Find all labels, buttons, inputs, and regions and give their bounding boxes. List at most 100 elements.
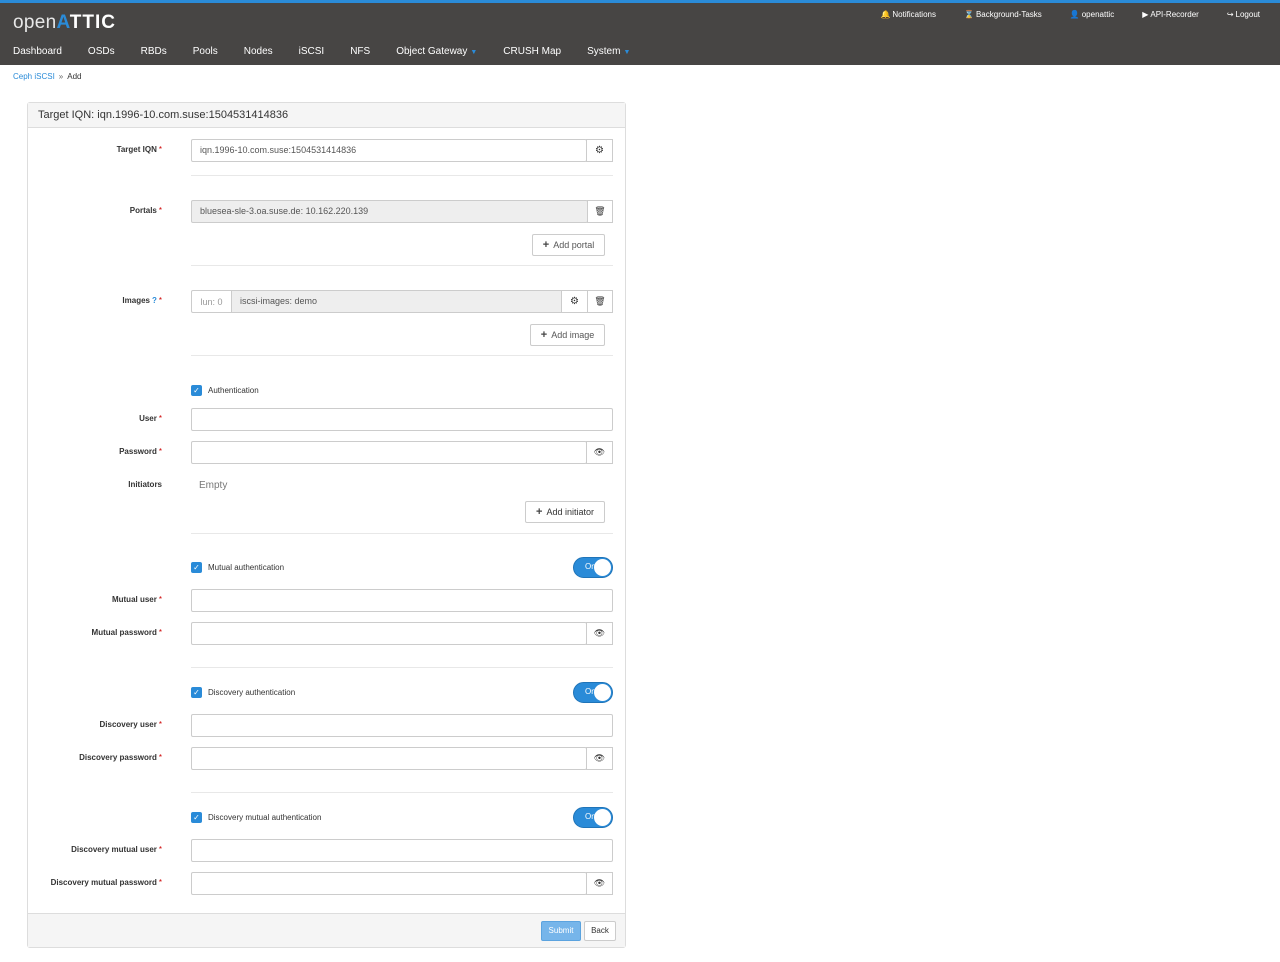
check-icon: ✓: [191, 687, 202, 698]
divider: [191, 533, 613, 534]
initiators-empty: Empty: [199, 480, 228, 491]
top-navbar: openATTIC 🔔 Notifications ⌛ Background-Tas…: [0, 0, 1280, 65]
toggle-knob: [594, 684, 611, 701]
submit-button[interactable]: Submit: [541, 921, 581, 941]
caret-down-icon: ▼: [623, 49, 631, 56]
caret-down-icon: ▼: [470, 49, 478, 56]
add-portal-button[interactable]: + Add portal: [532, 234, 605, 256]
panel-title: Target IQN: iqn.1996-10.com.suse:1504531…: [28, 103, 625, 128]
target-iqn-settings-button[interactable]: ⚙: [586, 139, 613, 162]
background-tasks-link[interactable]: ⌛ Background-Tasks: [964, 10, 1042, 19]
user-icon: 👤: [1069, 10, 1080, 19]
user-label: User *: [139, 414, 162, 423]
main-nav: Dashboard OSDs RBDs Pools Nodes iSCSI NF…: [0, 45, 643, 63]
discovery-mutual-authentication-toggle[interactable]: On: [573, 807, 613, 828]
discovery-mutual-user-input[interactable]: [191, 839, 613, 862]
toggle-knob: [594, 809, 611, 826]
openattic-logo[interactable]: openATTIC: [13, 12, 116, 34]
nav-dashboard[interactable]: Dashboard: [0, 45, 75, 63]
authentication-checkbox[interactable]: ✓ Authentication: [191, 385, 259, 396]
initiators-label: Initiators: [128, 480, 162, 489]
divider: [191, 792, 613, 793]
nav-nodes[interactable]: Nodes: [231, 45, 286, 63]
add-image-button[interactable]: + Add image: [530, 324, 605, 346]
nav-object-gateway[interactable]: Object Gateway ▼: [383, 45, 490, 63]
nav-rbds[interactable]: RBDs: [128, 45, 180, 63]
mutual-user-label: Mutual user *: [111, 595, 162, 604]
breadcrumb-separator: »: [58, 72, 64, 81]
breadcrumb-current: Add: [67, 72, 82, 81]
show-discovery-mutual-password-button[interactable]: 👁: [586, 872, 613, 895]
discovery-mutual-password-input[interactable]: [191, 872, 587, 895]
plus-icon: +: [540, 329, 548, 341]
eye-icon: 👁: [593, 628, 606, 638]
mutual-password-label: Mutual password *: [91, 628, 162, 637]
target-iqn-input[interactable]: iqn.1996-10.com.suse:1504531414836: [191, 139, 587, 162]
image-entry: iscsi-images: demo: [231, 290, 562, 313]
divider: [191, 355, 613, 356]
breadcrumb: Ceph iSCSI » Add: [13, 72, 81, 81]
cogs-icon: ⚙: [570, 296, 579, 307]
target-iqn-label: Target IQN *: [116, 145, 162, 154]
discovery-password-input[interactable]: [191, 747, 587, 770]
nav-iscsi[interactable]: iSCSI: [286, 45, 338, 63]
mutual-authentication-checkbox[interactable]: ✓ Mutual authentication: [191, 562, 284, 573]
logout-icon: ↪: [1226, 10, 1234, 19]
portals-label: Portals *: [129, 206, 162, 215]
password-input[interactable]: [191, 441, 587, 464]
hourglass-icon: ⌛: [963, 10, 974, 19]
divider: [191, 667, 613, 668]
show-password-button[interactable]: 👁: [586, 441, 613, 464]
discovery-user-input[interactable]: [191, 714, 613, 737]
discovery-authentication-toggle[interactable]: On: [573, 682, 613, 703]
nav-osds[interactable]: OSDs: [75, 45, 128, 63]
play-icon: ▶: [1142, 10, 1149, 19]
check-icon: ✓: [191, 812, 202, 823]
trash-icon: 🗑: [594, 206, 606, 216]
top-links: 🔔 Notifications ⌛ Background-Tasks 👤 openat…: [852, 10, 1260, 19]
iscsi-target-form-panel: Target IQN: iqn.1996-10.com.suse:1504531…: [27, 102, 626, 948]
nav-nfs[interactable]: NFS: [337, 45, 383, 63]
plus-icon: +: [536, 506, 543, 518]
user-input[interactable]: [191, 408, 613, 431]
discovery-mutual-authentication-checkbox[interactable]: ✓ Discovery mutual authentication: [191, 812, 321, 823]
password-label: Password *: [119, 447, 162, 456]
trash-icon: 🗑: [594, 296, 606, 306]
show-discovery-password-button[interactable]: 👁: [586, 747, 613, 770]
api-recorder-link[interactable]: ▶ API-Recorder: [1142, 10, 1199, 19]
add-initiator-button[interactable]: + Add initiator: [525, 501, 605, 523]
show-mutual-password-button[interactable]: 👁: [586, 622, 613, 645]
remove-image-button[interactable]: 🗑: [587, 290, 613, 313]
remove-portal-button[interactable]: 🗑: [587, 200, 613, 223]
user-menu-link[interactable]: 👤 openattic: [1070, 10, 1114, 19]
check-icon: ✓: [191, 385, 202, 396]
mutual-password-input[interactable]: [191, 622, 587, 645]
back-button[interactable]: Back: [584, 921, 616, 941]
mutual-user-input[interactable]: [191, 589, 613, 612]
images-label: Images? *: [122, 296, 162, 305]
breadcrumb-ceph-iscsi[interactable]: Ceph iSCSI: [13, 72, 55, 81]
portal-entry: bluesea-sle-3.oa.suse.de: 10.162.220.139: [191, 200, 588, 223]
eye-icon: 👁: [593, 878, 606, 888]
check-icon: ✓: [191, 562, 202, 573]
eye-icon: 👁: [593, 447, 606, 457]
nav-crush-map[interactable]: CRUSH Map: [490, 45, 574, 63]
mutual-authentication-toggle[interactable]: On: [573, 557, 613, 578]
discovery-mutual-password-label: Discovery mutual password *: [50, 878, 162, 887]
discovery-authentication-checkbox[interactable]: ✓ Discovery authentication: [191, 687, 295, 698]
divider: [191, 265, 613, 266]
nav-pools[interactable]: Pools: [180, 45, 231, 63]
eye-icon: 👁: [593, 753, 606, 763]
divider: [191, 175, 613, 176]
help-icon[interactable]: ?: [152, 296, 157, 305]
bell-icon: 🔔: [880, 10, 891, 19]
panel-footer: [28, 913, 625, 947]
image-settings-button[interactable]: ⚙: [561, 290, 588, 313]
discovery-mutual-user-label: Discovery mutual user *: [71, 845, 162, 854]
plus-icon: +: [542, 239, 550, 251]
discovery-user-label: Discovery user *: [99, 720, 163, 729]
toggle-knob: [594, 559, 611, 576]
notifications-link[interactable]: 🔔 Notifications: [880, 10, 936, 19]
logout-link[interactable]: ↪ Logout: [1227, 10, 1260, 19]
nav-system[interactable]: System ▼: [574, 45, 643, 63]
